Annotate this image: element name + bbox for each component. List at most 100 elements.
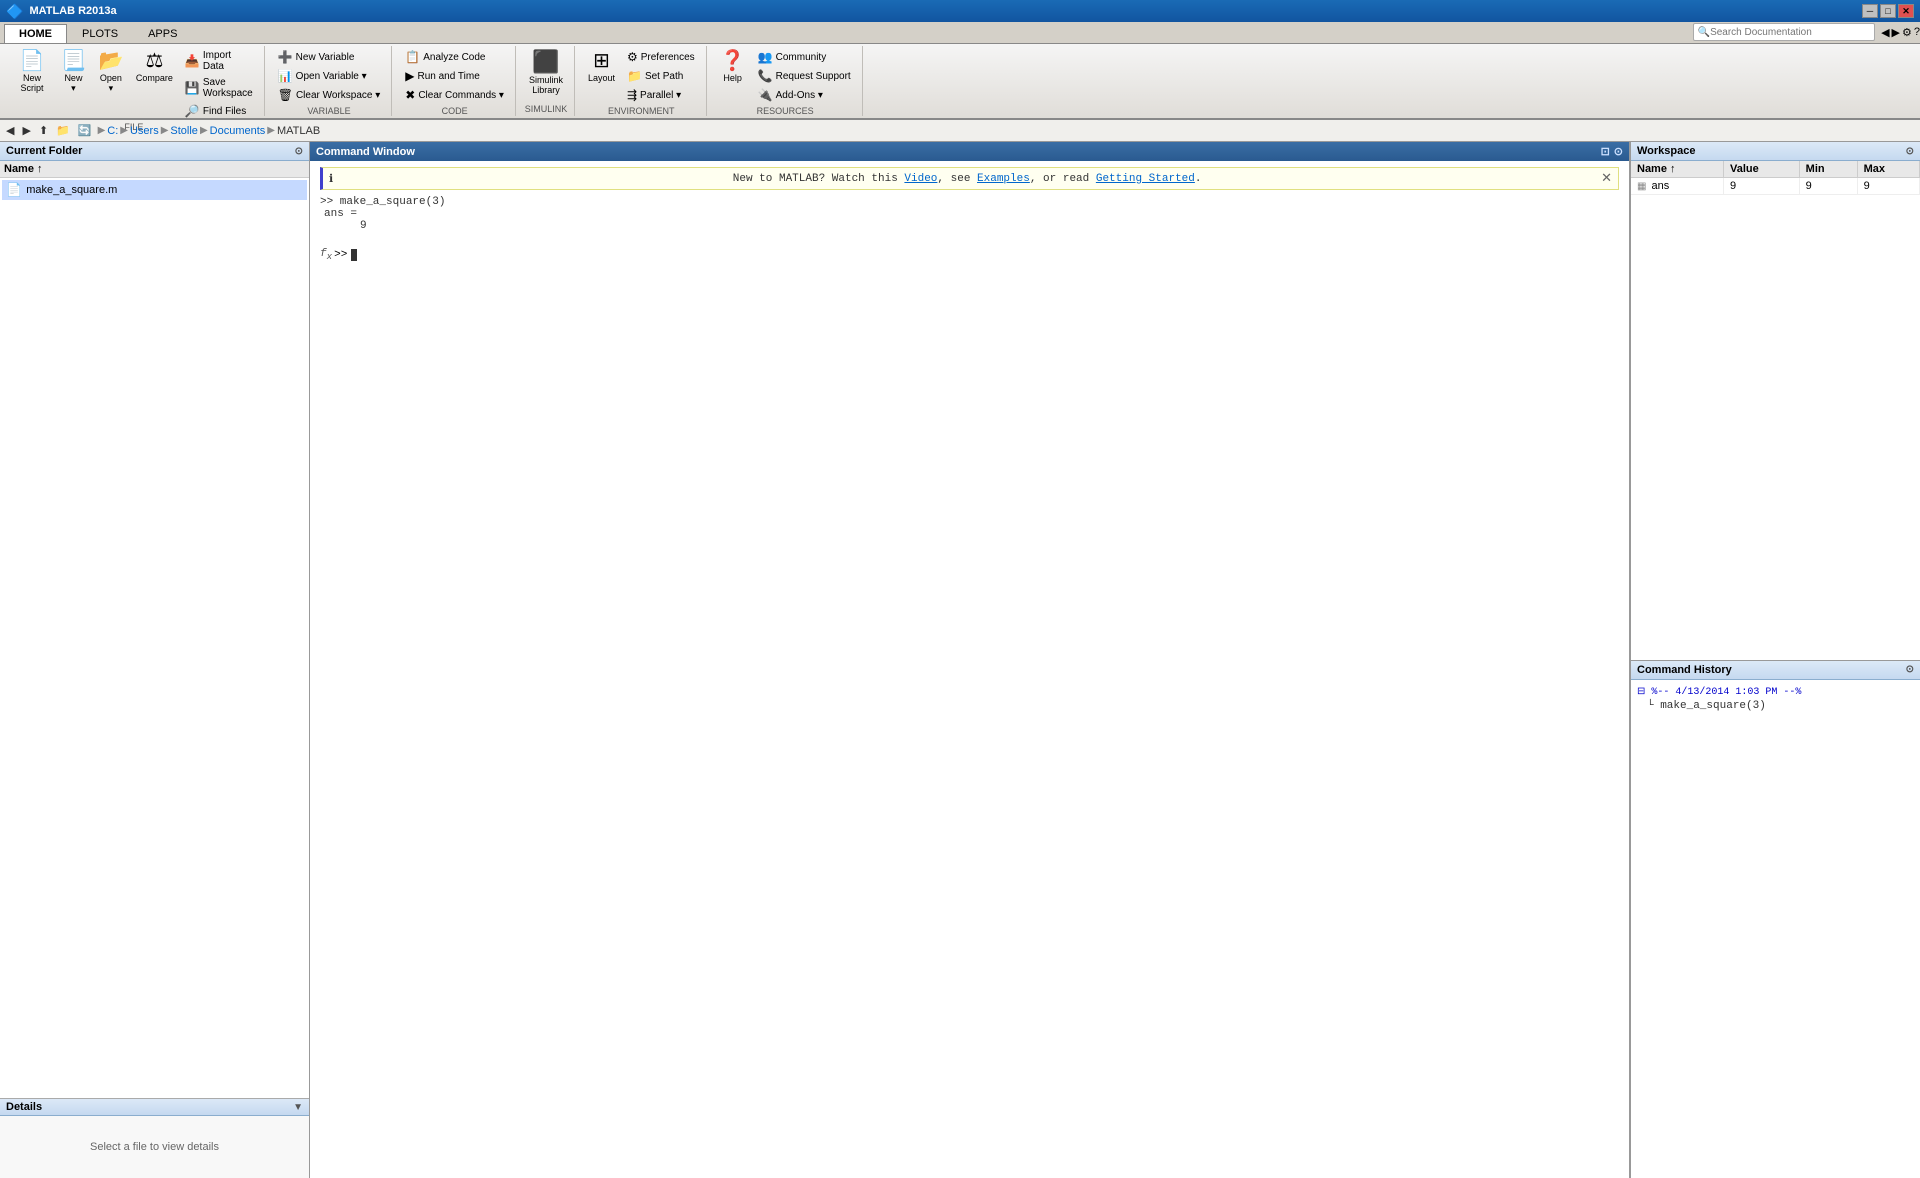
add-ons-button[interactable]: 🔌 Add-Ons ▾ [753, 86, 856, 104]
tab-apps[interactable]: APPS [133, 24, 192, 43]
maximize-button[interactable]: □ [1880, 4, 1896, 18]
search-input[interactable] [1710, 27, 1870, 38]
cmd-prompt-line[interactable]: fx >> [320, 248, 1619, 262]
analyze-code-button[interactable]: 📋 Analyze Code [400, 48, 509, 66]
col-name[interactable]: Name ↑ [1631, 161, 1724, 178]
nav-settings-icon[interactable]: ⚙ [1902, 26, 1912, 39]
preferences-icon: ⚙ [627, 50, 638, 64]
addressbar: ◀ ▶ ⬆ 📁 🔄 ▶ C: ▶ Users ▶ Stolle ▶ Docume… [0, 120, 1920, 142]
clear-commands-button[interactable]: ✖ Clear Commands ▾ [400, 86, 509, 104]
browse-button[interactable]: 📁 [54, 124, 72, 137]
back-button[interactable]: ◀ [4, 124, 16, 137]
new-script-label: NewScript [20, 73, 43, 93]
cmd-header-icons: ⊡ ⊙ [1601, 145, 1623, 158]
col-value[interactable]: Value [1724, 161, 1800, 178]
tab-plots[interactable]: PLOTS [67, 24, 133, 43]
titlebar-controls: ─ □ ✕ [1862, 4, 1914, 18]
parallel-button[interactable]: ⇶ Parallel ▾ [622, 86, 700, 104]
timestamp-text: %-- 4/13/2014 1:03 PM --% [1651, 687, 1801, 698]
col-min[interactable]: Min [1799, 161, 1857, 178]
cmd-output-2: 9 [360, 220, 1619, 232]
open-variable-label: Open Variable ▾ [296, 71, 367, 82]
help-button[interactable]: ❓ Help [715, 48, 751, 86]
layout-button[interactable]: ⊞ Layout [583, 48, 620, 86]
find-files-label: Find Files [203, 106, 246, 117]
ribbon-group-environment: ⊞ Layout ⚙ Preferences 📁 Set Path ⇶ Para… [577, 46, 707, 116]
workspace-table: Name ↑ Value Min Max ▦ ans 9 9 9 [1631, 161, 1920, 195]
info-icon: ℹ [329, 172, 333, 186]
open-button[interactable]: 📂 Open▾ [93, 48, 129, 97]
breadcrumb-item-stolle[interactable]: Stolle [170, 125, 198, 137]
cursor[interactable] [351, 249, 357, 261]
community-icon: 👥 [758, 50, 773, 64]
nav-arrow-right-icon[interactable]: ▶ [1892, 26, 1900, 39]
command-history-panel: Command History ⊙ ⊟ %-- 4/13/2014 1:03 P… [1631, 661, 1920, 1178]
col-max[interactable]: Max [1857, 161, 1919, 178]
layout-icon: ⊞ [593, 51, 610, 71]
minimize-button[interactable]: ─ [1862, 4, 1878, 18]
help-icon: ❓ [720, 51, 745, 71]
open-icon: 📂 [98, 51, 123, 71]
details-content: Select a file to view details [0, 1116, 309, 1178]
clear-workspace-button[interactable]: 🗑 Clear Workspace ▾ [273, 86, 386, 104]
command-history-header: Command History ⊙ [1631, 661, 1920, 680]
breadcrumb-item-users[interactable]: Users [130, 125, 159, 137]
examples-link[interactable]: Examples [977, 173, 1030, 185]
request-support-button[interactable]: 📞 Request Support [753, 67, 856, 85]
search-container[interactable]: 🔍 [1693, 23, 1875, 41]
current-folder-settings-icon[interactable]: ⊙ [295, 146, 303, 157]
command-window-content[interactable]: ℹ New to MATLAB? Watch this Video, see E… [310, 161, 1629, 1178]
ch-settings-icon[interactable]: ⊙ [1906, 664, 1914, 675]
forward-button[interactable]: ▶ [20, 124, 32, 137]
simulink-group-content: ⬛ SimulinkLibrary [524, 48, 568, 102]
getting-started-link[interactable]: Getting Started [1096, 173, 1195, 185]
simulink-library-button[interactable]: ⬛ SimulinkLibrary [524, 48, 568, 98]
cmd-settings-icon[interactable]: ⊙ [1614, 145, 1623, 158]
new-variable-button[interactable]: ➕ New Variable [273, 48, 386, 66]
breadcrumb-item-c[interactable]: C: [107, 125, 118, 137]
preferences-button[interactable]: ⚙ Preferences [622, 48, 700, 66]
compare-label: Compare [136, 73, 173, 83]
ch-timestamp: ⊟ %-- 4/13/2014 1:03 PM --% [1637, 686, 1914, 698]
save-workspace-button[interactable]: 💾 SaveWorkspace [180, 75, 258, 101]
compare-button[interactable]: ⚖ Compare [131, 48, 178, 86]
nav-arrow-icon[interactable]: ◀ [1881, 26, 1889, 39]
list-item[interactable]: 📄 make_a_square.m [2, 180, 307, 200]
close-button[interactable]: ✕ [1898, 4, 1914, 18]
clear-ws-icon: 🗑 [278, 88, 293, 102]
collapse-icon[interactable]: ⊟ [1637, 687, 1645, 698]
video-link[interactable]: Video [904, 173, 937, 185]
details-empty-text: Select a file to view details [90, 1141, 219, 1153]
name-col-header: Name ↑ [4, 163, 43, 175]
find-files-button[interactable]: 🔎 Find Files [180, 102, 258, 120]
new-button[interactable]: 📃 New▾ [56, 48, 91, 97]
ch-command-text: make_a_square(3) [1660, 700, 1766, 712]
simulink-group-label: SIMULINK [525, 104, 568, 114]
nav-help-icon[interactable]: ? [1914, 26, 1920, 39]
cmd-output-1: ans = [324, 208, 1619, 220]
new-variable-label: New Variable [296, 52, 355, 63]
workspace-settings-icon[interactable]: ⊙ [1906, 146, 1914, 157]
import-data-button[interactable]: 📥 ImportData [180, 48, 258, 74]
community-button[interactable]: 👥 Community [753, 48, 856, 66]
list-item[interactable]: └ make_a_square(3) [1647, 700, 1914, 712]
environment-group-content: ⊞ Layout ⚙ Preferences 📁 Set Path ⇶ Para… [583, 48, 700, 104]
details-collapse-icon[interactable]: ▼ [293, 1102, 303, 1113]
app-title: MATLAB R2013a [29, 5, 116, 17]
table-row[interactable]: ▦ ans 9 9 9 [1631, 178, 1920, 195]
run-time-button[interactable]: ▶ Run and Time [400, 67, 509, 85]
cmd-undock-icon[interactable]: ⊡ [1601, 145, 1610, 158]
breadcrumb-item-documents[interactable]: Documents [210, 125, 266, 137]
up-button[interactable]: ⬆ [37, 124, 50, 137]
new-script-button[interactable]: 📄 NewScript [10, 48, 54, 96]
parallel-label: Parallel ▾ [640, 90, 681, 101]
set-path-button[interactable]: 📁 Set Path [622, 67, 700, 85]
refresh-button[interactable]: 🔄 [76, 124, 94, 137]
ch-indent: └ [1647, 700, 1660, 712]
clear-cmd-icon: ✖ [405, 88, 415, 102]
tab-home[interactable]: HOME [4, 24, 67, 43]
var-max-cell: 9 [1857, 178, 1919, 195]
ribbon-group-simulink: ⬛ SimulinkLibrary SIMULINK [518, 46, 575, 116]
open-variable-button[interactable]: 📊 Open Variable ▾ [273, 67, 386, 85]
info-close-button[interactable]: ✕ [1601, 171, 1612, 186]
